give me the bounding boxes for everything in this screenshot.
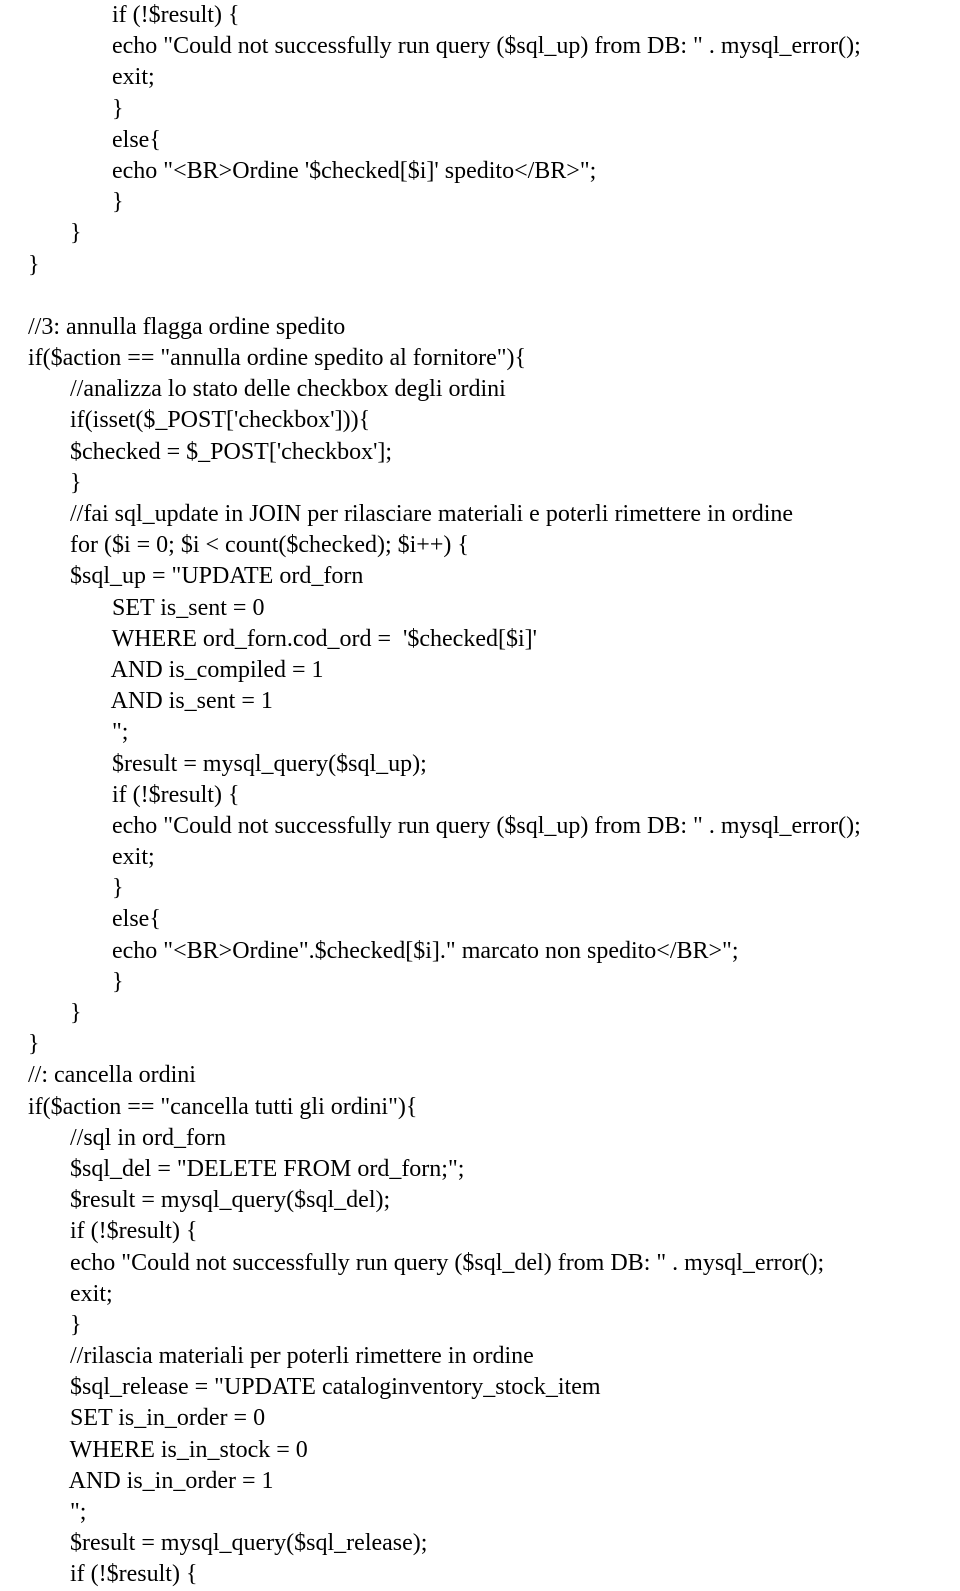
code-line: $result = mysql_query($sql_del); bbox=[28, 1185, 932, 1216]
code-line: if (!$result) { bbox=[28, 780, 932, 811]
code-line: else{ bbox=[28, 125, 932, 156]
code-line: } bbox=[28, 1029, 932, 1060]
code-line: } bbox=[28, 218, 932, 249]
code-line: echo "<BR>Ordine '$checked[$i]' spedito<… bbox=[28, 156, 932, 187]
code-line: $sql_up = "UPDATE ord_forn bbox=[28, 561, 932, 592]
code-line: if (!$result) { bbox=[28, 1559, 932, 1590]
code-line: SET is_sent = 0 bbox=[28, 593, 932, 624]
code-line: if($action == "cancella tutti gli ordini… bbox=[28, 1092, 932, 1123]
code-line: for ($i = 0; $i < count($checked); $i++)… bbox=[28, 530, 932, 561]
code-line: } bbox=[28, 1310, 932, 1341]
code-line: else{ bbox=[28, 904, 932, 935]
code-line: "; bbox=[28, 717, 932, 748]
code-line: "; bbox=[28, 1497, 932, 1528]
code-line: echo "Could not successfully run query (… bbox=[28, 1248, 932, 1279]
code-line: if (!$result) { bbox=[28, 1216, 932, 1247]
code-line: echo "<BR>Ordine".$checked[$i]." marcato… bbox=[28, 936, 932, 967]
code-line: //3: annulla flagga ordine spedito bbox=[28, 312, 932, 343]
code-line: $checked = $_POST['checkbox']; bbox=[28, 437, 932, 468]
code-line: //analizza lo stato delle checkbox degli… bbox=[28, 374, 932, 405]
code-line: exit; bbox=[28, 62, 932, 93]
code-line: if (!$result) { bbox=[28, 0, 932, 31]
code-line: } bbox=[28, 250, 932, 281]
code-line: WHERE ord_forn.cod_ord = '$checked[$i]' bbox=[28, 624, 932, 655]
code-line: $sql_del = "DELETE FROM ord_forn;"; bbox=[28, 1154, 932, 1185]
code-line: $result = mysql_query($sql_release); bbox=[28, 1528, 932, 1559]
code-line: $result = mysql_query($sql_up); bbox=[28, 749, 932, 780]
code-line: WHERE is_in_stock = 0 bbox=[28, 1435, 932, 1466]
code-line bbox=[28, 281, 932, 312]
code-line: echo "Could not successfully run query (… bbox=[28, 31, 932, 62]
code-line: if($action == "annulla ordine spedito al… bbox=[28, 343, 932, 374]
code-line: $sql_release = "UPDATE cataloginventory_… bbox=[28, 1372, 932, 1403]
code-line: //fai sql_update in JOIN per rilasciare … bbox=[28, 499, 932, 530]
code-line: } bbox=[28, 94, 932, 125]
code-document: if (!$result) { echo "Could not successf… bbox=[0, 0, 960, 1591]
code-line: if(isset($_POST['checkbox'])){ bbox=[28, 405, 932, 436]
code-line: } bbox=[28, 187, 932, 218]
code-line: SET is_in_order = 0 bbox=[28, 1403, 932, 1434]
code-line: echo "Could not successfully run query (… bbox=[28, 811, 932, 842]
code-line: } bbox=[28, 468, 932, 499]
code-line: //: cancella ordini bbox=[28, 1060, 932, 1091]
code-line: exit; bbox=[28, 1279, 932, 1310]
code-line: //rilascia materiali per poterli rimette… bbox=[28, 1341, 932, 1372]
code-line: AND is_sent = 1 bbox=[28, 686, 932, 717]
code-line: //sql in ord_forn bbox=[28, 1123, 932, 1154]
code-line: AND is_compiled = 1 bbox=[28, 655, 932, 686]
code-line: AND is_in_order = 1 bbox=[28, 1466, 932, 1497]
code-line: } bbox=[28, 873, 932, 904]
code-line: } bbox=[28, 967, 932, 998]
code-line: } bbox=[28, 998, 932, 1029]
code-line: exit; bbox=[28, 842, 932, 873]
